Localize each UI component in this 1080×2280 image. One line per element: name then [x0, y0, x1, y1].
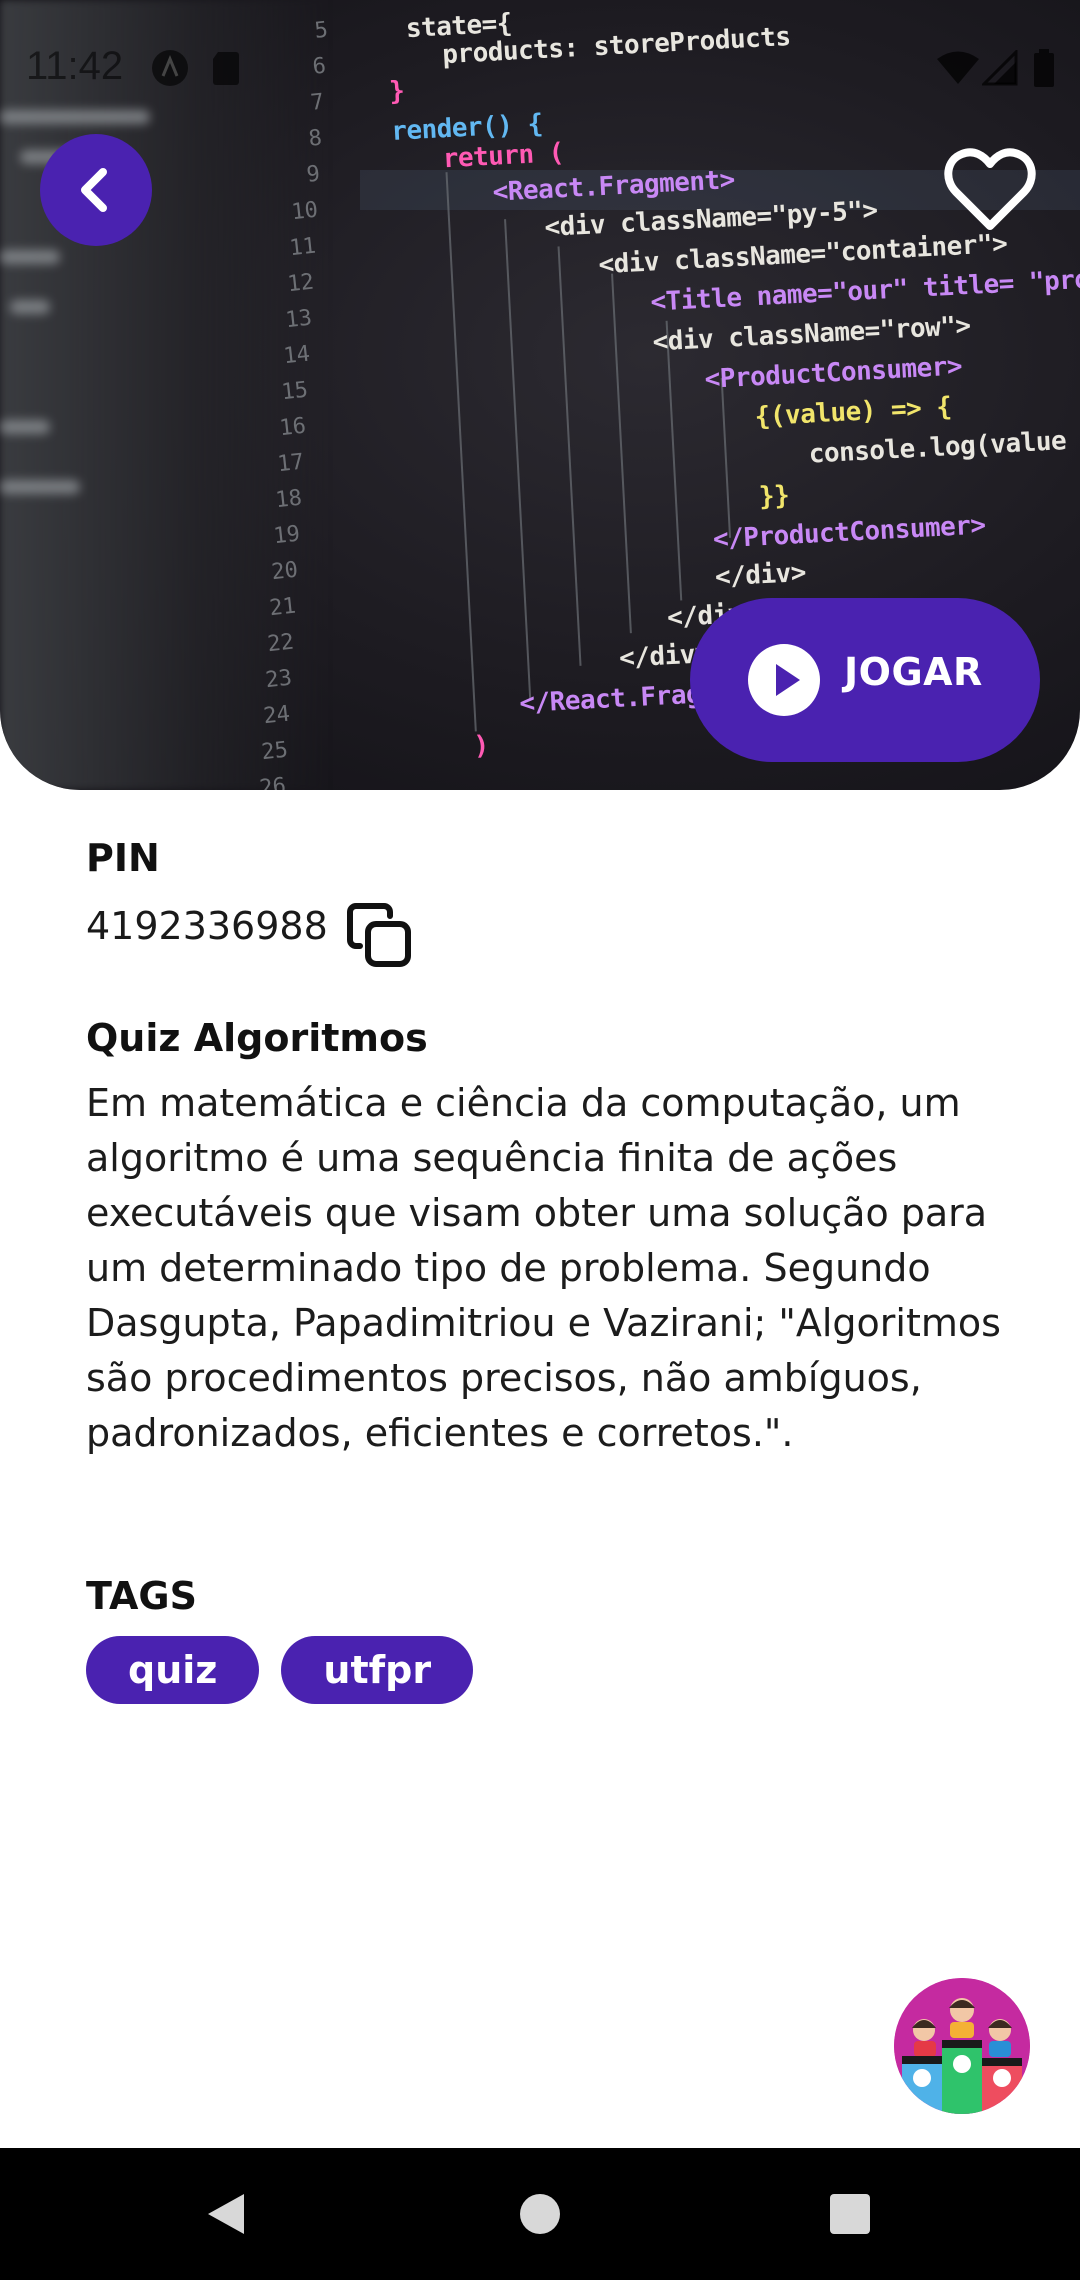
nav-recent-apps-icon[interactable]	[830, 2194, 870, 2234]
podium-icon	[894, 1978, 1030, 2114]
wifi-icon	[937, 51, 979, 84]
pin-value: 4192336988	[86, 904, 328, 948]
code-line: </div>	[714, 557, 807, 593]
favorite-button[interactable]	[944, 146, 1036, 234]
notification-a-icon	[152, 50, 188, 86]
battery-icon	[1034, 49, 1054, 87]
indent-guide	[665, 320, 683, 601]
code-line: <div className="py-5">	[543, 195, 879, 244]
code-line: <div className="row">	[651, 310, 972, 358]
pin-section: PIN	[86, 836, 1006, 880]
code-line: {(value) => {	[753, 392, 953, 433]
code-line: }}	[758, 480, 791, 513]
play-button[interactable]: JOGAR	[690, 598, 1040, 762]
cell-signal-icon	[982, 50, 1018, 86]
hero-code-image: 5 6 7 8 9 10 11 12 13 14 15 16 17 18 19 20 21 22 23 24 25 26 …	[0, 0, 1080, 790]
tag-chip[interactable]: utfpr	[281, 1636, 474, 1704]
heart-outline-icon	[944, 148, 1036, 230]
status-bar: 11:42	[0, 40, 1080, 100]
tags-label: TAGS	[86, 1574, 197, 1618]
nav-home-icon[interactable]	[520, 2194, 560, 2234]
play-button-label: JOGAR	[844, 650, 983, 694]
indent-guide	[611, 273, 632, 634]
back-button[interactable]	[40, 134, 152, 246]
play-icon	[748, 644, 820, 716]
indent-guide	[720, 377, 732, 538]
status-time: 11:42	[26, 44, 124, 88]
code-line: </ProductConsumer>	[712, 510, 987, 555]
tags-list: quiz utfpr	[86, 1636, 474, 1704]
system-navigation-bar	[0, 2148, 1080, 2280]
code-line: <ProductConsumer>	[703, 351, 963, 395]
code-line: console.log(value	[808, 426, 1067, 470]
indent-guide	[504, 219, 532, 699]
tag-chip[interactable]: quiz	[86, 1636, 260, 1704]
quiz-title: Quiz Algoritmos	[86, 1016, 428, 1060]
code-line: return (	[442, 138, 565, 175]
ranking-button[interactable]	[894, 1978, 1030, 2114]
copy-icon	[347, 903, 411, 967]
code-line: <React.Fragment>	[491, 165, 736, 208]
quiz-description: Em matemática e ciência da computação, u…	[86, 1081, 1001, 1455]
indent-guide	[445, 172, 477, 732]
nav-back-icon[interactable]	[204, 2190, 248, 2238]
pin-label: PIN	[86, 836, 160, 880]
indent-guide	[557, 246, 582, 666]
sd-card-icon	[213, 52, 239, 85]
copy-pin-button[interactable]	[344, 900, 414, 970]
chevron-left-icon	[81, 168, 107, 212]
code-line: )	[472, 730, 490, 762]
